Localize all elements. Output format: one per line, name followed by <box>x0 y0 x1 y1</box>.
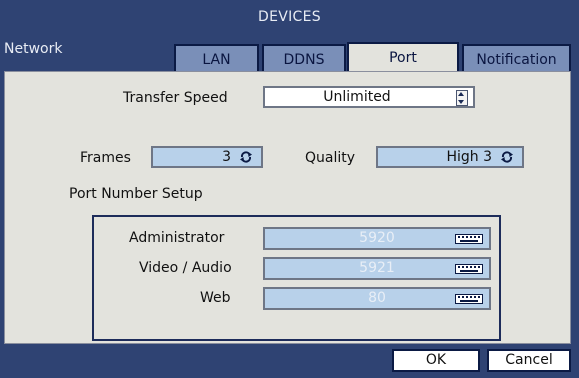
tab-ddns[interactable]: DDNS <box>262 44 346 71</box>
port-row-label: Administrator <box>129 230 225 246</box>
port-setup-title: Port Number Setup <box>69 186 203 202</box>
keyboard-icon[interactable] <box>455 294 483 304</box>
quality-label: Quality <box>305 150 356 166</box>
transfer-speed-label: Transfer Speed <box>123 90 228 106</box>
tab-notification[interactable]: Notification <box>462 44 571 71</box>
frames-label: Frames <box>80 150 131 166</box>
ok-button[interactable]: OK <box>392 349 480 372</box>
window-title: DEVICES <box>258 9 321 25</box>
frames-select[interactable]: 3 <box>151 146 263 168</box>
administrator-port-field[interactable]: 5920 <box>263 227 491 250</box>
port-number-group: Administrator 5920 Video / Audio 5921 We… <box>92 215 501 341</box>
web-port-field[interactable]: 80 <box>263 287 491 310</box>
cycle-icon[interactable] <box>239 150 253 164</box>
video-audio-port-field[interactable]: 5921 <box>263 257 491 280</box>
cycle-icon[interactable] <box>500 150 514 164</box>
port-row-label: Video / Audio <box>139 260 232 276</box>
devices-window: DEVICES Network LAN DDNS Port Notificati… <box>0 0 579 378</box>
transfer-speed-select[interactable]: Unlimited <box>263 86 475 108</box>
frames-value: 3 <box>222 149 231 165</box>
section-label-network: Network <box>4 41 63 57</box>
quality-select[interactable]: High 3 <box>376 146 524 168</box>
port-row-label: Web <box>200 290 231 306</box>
cancel-button[interactable]: Cancel <box>487 349 571 372</box>
keyboard-icon[interactable] <box>455 234 483 244</box>
keyboard-icon[interactable] <box>455 264 483 274</box>
spin-updown-icon[interactable] <box>456 90 468 106</box>
quality-value: High 3 <box>446 149 492 165</box>
tab-lan[interactable]: LAN <box>174 44 259 71</box>
transfer-speed-value: Unlimited <box>323 89 391 105</box>
